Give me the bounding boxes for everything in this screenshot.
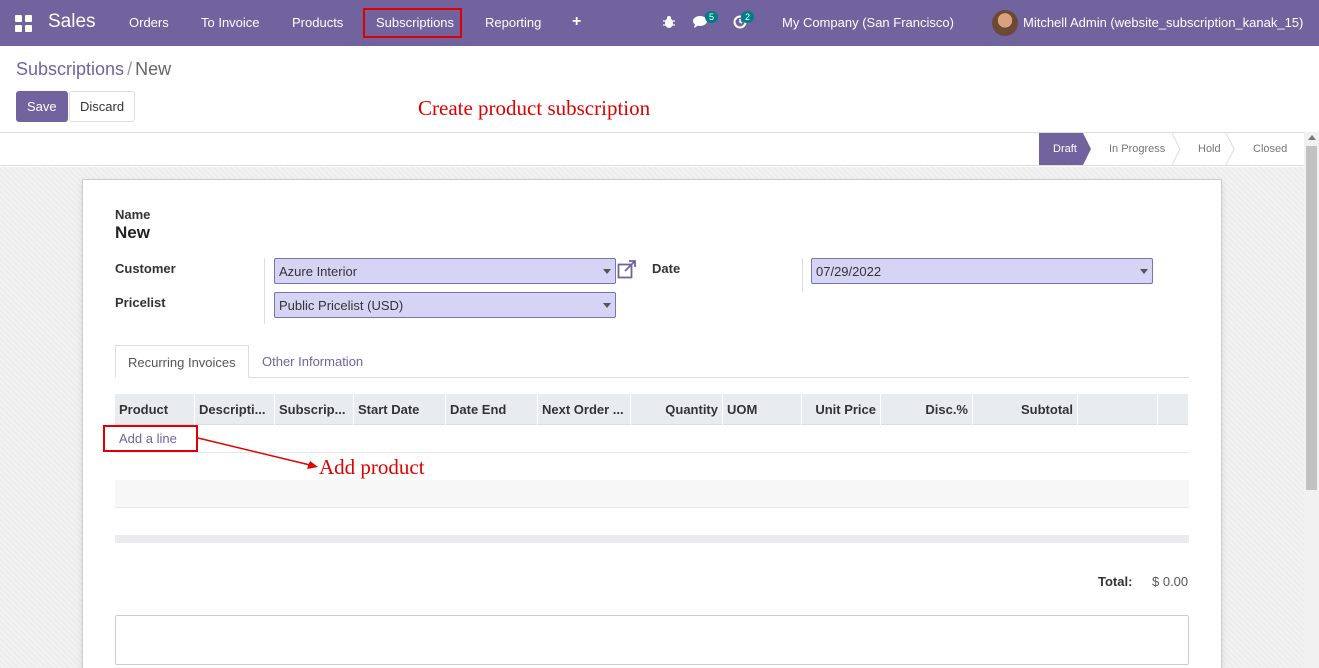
top-navbar: Sales Orders To Invoice Products Subscri… bbox=[0, 0, 1319, 46]
table-row bbox=[115, 508, 1189, 536]
menu-orders[interactable]: Orders bbox=[118, 8, 180, 38]
pricelist-value: Public Pricelist (USD) bbox=[279, 298, 404, 313]
customer-field[interactable]: Azure Interior bbox=[274, 258, 616, 284]
scrollbar-thumb[interactable] bbox=[1306, 146, 1317, 490]
name-label: Name bbox=[115, 207, 151, 222]
plus-icon[interactable]: + bbox=[572, 13, 581, 31]
save-button[interactable]: Save bbox=[16, 91, 68, 122]
scroll-up-icon[interactable] bbox=[1308, 135, 1316, 140]
tab-other-information[interactable]: Other Information bbox=[250, 345, 375, 378]
column-quantity[interactable]: Quantity bbox=[631, 394, 723, 425]
field-divider bbox=[802, 258, 803, 292]
terms-note-field[interactable] bbox=[115, 615, 1189, 665]
column-discount[interactable]: Disc.% bbox=[881, 394, 973, 425]
date-label: Date bbox=[652, 261, 681, 276]
menu-reporting[interactable]: Reporting bbox=[474, 8, 552, 38]
table-row bbox=[115, 480, 1189, 508]
scrollbar[interactable] bbox=[1304, 132, 1319, 668]
column-optional[interactable] bbox=[1158, 394, 1189, 425]
column-date-end[interactable]: Date End bbox=[446, 394, 538, 425]
apps-menu-icon[interactable] bbox=[15, 15, 32, 32]
breadcrumb-separator: / bbox=[127, 59, 133, 79]
column-empty bbox=[1078, 394, 1158, 425]
total-value: $ 0.00 bbox=[1152, 574, 1189, 589]
app-name[interactable]: Sales bbox=[48, 11, 96, 33]
breadcrumb-current: New bbox=[135, 59, 172, 79]
chevron-down-icon[interactable] bbox=[603, 269, 611, 274]
table-header: Product Descripti... Subscrip... Start D… bbox=[115, 394, 1189, 425]
user-avatar[interactable] bbox=[992, 10, 1018, 36]
customer-value: Azure Interior bbox=[279, 264, 358, 279]
column-description[interactable]: Descripti... bbox=[195, 394, 275, 425]
external-link-icon[interactable] bbox=[617, 259, 637, 279]
menu-subscriptions[interactable]: Subscriptions bbox=[363, 8, 462, 38]
user-menu[interactable]: Mitchell Admin (website_subscription_kan… bbox=[1023, 15, 1303, 30]
status-bar: Draft In Progress Hold Closed bbox=[0, 132, 1304, 166]
stage-draft[interactable]: Draft bbox=[1039, 133, 1091, 165]
total-label: Total: bbox=[1098, 574, 1133, 589]
menu-products[interactable]: Products bbox=[281, 8, 354, 38]
column-product[interactable]: Product bbox=[115, 394, 195, 425]
column-next-order[interactable]: Next Order ... bbox=[538, 394, 631, 425]
date-field[interactable]: 07/29/2022 bbox=[811, 258, 1153, 284]
activities-count-badge: 2 bbox=[741, 11, 755, 23]
messages-count-badge: 5 bbox=[705, 11, 719, 23]
customer-label: Customer bbox=[115, 261, 176, 276]
date-value: 07/29/2022 bbox=[816, 264, 882, 279]
column-subtotal[interactable]: Subtotal bbox=[973, 394, 1078, 425]
discard-button[interactable]: Discard bbox=[69, 91, 136, 122]
tab-recurring-invoices[interactable]: Recurring Invoices bbox=[115, 345, 249, 378]
bug-icon[interactable] bbox=[662, 15, 676, 29]
table-footer bbox=[115, 535, 1189, 543]
stage-closed[interactable]: Closed bbox=[1235, 133, 1287, 165]
breadcrumb: Subscriptions / New bbox=[16, 59, 171, 80]
add-a-line-link[interactable]: Add a line bbox=[103, 425, 198, 452]
column-unit-price[interactable]: Unit Price bbox=[802, 394, 881, 425]
stage-in-progress[interactable]: In Progress bbox=[1091, 133, 1165, 165]
pricelist-field[interactable]: Public Pricelist (USD) bbox=[274, 292, 616, 318]
company-switcher[interactable]: My Company (San Francisco) bbox=[782, 15, 954, 30]
annotation-create-subscription: Create product subscription bbox=[418, 96, 651, 120]
column-subscription[interactable]: Subscrip... bbox=[275, 394, 354, 425]
chevron-down-icon[interactable] bbox=[603, 303, 611, 308]
field-divider bbox=[264, 258, 265, 324]
annotation-arrow bbox=[197, 437, 318, 469]
annotation-add-product: Add product bbox=[319, 455, 425, 479]
stage-hold[interactable]: Hold bbox=[1180, 133, 1221, 165]
breadcrumb-subscriptions[interactable]: Subscriptions bbox=[16, 59, 124, 79]
name-value: New bbox=[115, 223, 150, 242]
pricelist-label: Pricelist bbox=[115, 295, 166, 310]
column-start-date[interactable]: Start Date bbox=[354, 394, 446, 425]
column-uom[interactable]: UOM bbox=[723, 394, 802, 425]
chevron-down-icon[interactable] bbox=[1140, 269, 1148, 274]
menu-to-invoice[interactable]: To Invoice bbox=[190, 8, 271, 38]
